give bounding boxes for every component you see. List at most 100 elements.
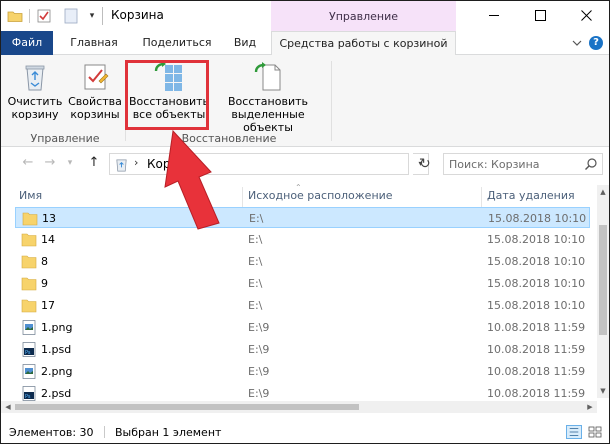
recycle-bin-properties-button[interactable]: Свойства корзины <box>65 59 125 127</box>
minimize-button[interactable] <box>471 1 517 31</box>
properties-icon[interactable] <box>36 8 52 24</box>
close-button[interactable] <box>563 1 609 31</box>
folder-icon <box>22 212 38 226</box>
address-path: Корзина <box>147 157 200 171</box>
file-date-deleted: 10.08.2018 11:59 <box>487 365 586 378</box>
empty-recycle-bin-label: Очистить корзину <box>7 95 63 121</box>
restore-selected-icon <box>254 62 281 91</box>
list-item[interactable]: 17 E:\ 15.08.2018 10:10 <box>15 295 590 316</box>
tab-share[interactable]: Поделиться <box>134 31 220 55</box>
empty-recycle-bin-button[interactable]: Очистить корзину <box>5 59 65 127</box>
file-list: Имя Исходное расположение Дата удаления … <box>1 181 609 421</box>
folder-icon <box>21 255 37 269</box>
search-input[interactable] <box>444 154 584 174</box>
tab-home[interactable]: Главная <box>59 31 129 55</box>
help-icon[interactable]: ? <box>589 36 603 50</box>
file-name: 8 <box>41 255 48 268</box>
folder-icon[interactable] <box>7 8 23 24</box>
search-icon <box>585 158 597 170</box>
list-item[interactable]: 13 E:\ 15.08.2018 10:10 <box>15 207 590 228</box>
file-name: 14 <box>41 233 55 246</box>
horizontal-scroll-thumb[interactable] <box>15 404 359 410</box>
close-icon <box>580 10 592 21</box>
file-name: 2.psd <box>41 387 72 400</box>
recycle-bin-properties-label: Свойства корзины <box>68 95 122 121</box>
status-bar: Элементов: 30 Выбран 1 элемент <box>1 421 609 443</box>
title-separator <box>102 7 103 25</box>
properties-icon <box>84 64 109 90</box>
file-name: 1.psd <box>41 343 72 356</box>
ribbon-group-restore-label: Восстановление <box>181 132 277 145</box>
vertical-scroll-thumb[interactable] <box>599 225 607 335</box>
back-arrow-icon[interactable]: ← <box>21 156 35 170</box>
file-name: 1.png <box>41 321 73 334</box>
file-name: 13 <box>42 212 56 225</box>
quick-access-dropdown-icon[interactable]: ▾ <box>87 8 97 24</box>
quick-access-separator <box>29 9 30 23</box>
ribbon-group-separator <box>331 61 332 141</box>
scroll-left-icon[interactable]: ◀ <box>1 401 15 413</box>
file-date-deleted: 15.08.2018 10:10 <box>487 255 586 268</box>
details-view-icon[interactable] <box>566 425 582 439</box>
column-header-date-deleted[interactable]: Дата удаления <box>487 185 587 207</box>
restore-selected-items-label: Восстановить выделенные объекты <box>228 95 308 134</box>
search-box[interactable] <box>443 153 603 175</box>
file-name: 17 <box>41 299 55 312</box>
file-original-location: E:\ <box>249 212 264 225</box>
restore-all-highlight-box <box>125 60 209 130</box>
maximize-button[interactable] <box>517 1 563 31</box>
list-item[interactable]: 8 E:\ 15.08.2018 10:10 <box>15 251 590 272</box>
title-bar: ▾ Корзина Управление <box>1 1 609 33</box>
ribbon-tabs: Файл Главная Поделиться Вид Средства раб… <box>1 31 609 56</box>
restore-selected-items-button[interactable]: Восстановить выделенные объекты <box>209 59 327 134</box>
up-arrow-icon[interactable]: ↑ <box>87 156 101 170</box>
refresh-icon[interactable]: ↻ <box>419 156 435 172</box>
file-name: 9 <box>41 277 48 290</box>
large-icons-view-icon[interactable] <box>587 425 603 439</box>
list-item[interactable]: 2.png E:\9 10.08.2018 11:59 <box>15 361 590 382</box>
file-date-deleted: 15.08.2018 10:10 <box>487 233 586 246</box>
horizontal-scrollbar[interactable]: ◀ ▶ <box>1 401 597 413</box>
file-original-location: E:\9 <box>248 365 270 378</box>
minimize-icon <box>488 15 499 16</box>
scroll-up-icon[interactable]: ▲ <box>597 185 609 199</box>
list-item[interactable]: 1.png E:\9 10.08.2018 11:59 <box>15 317 590 338</box>
sort-indicator-icon: ⌃ <box>295 183 302 192</box>
navigation-bar: ← → ▾ ↑ › Корзина ▾ ↻ <box>1 147 609 181</box>
file-original-location: E:\9 <box>248 321 270 334</box>
file-date-deleted: 10.08.2018 11:59 <box>487 343 586 356</box>
breadcrumb-chevron-icon[interactable]: › <box>134 156 138 169</box>
folder-icon <box>21 233 37 247</box>
list-item[interactable]: Ps 1.psd E:\9 10.08.2018 11:59 <box>15 339 590 360</box>
file-original-location: E:\ <box>248 277 263 290</box>
scroll-down-icon[interactable]: ▼ <box>597 384 609 398</box>
column-header-row: Имя Исходное расположение Дата удаления … <box>1 183 591 207</box>
chevron-down-icon[interactable] <box>571 37 583 49</box>
column-separator[interactable] <box>242 187 243 207</box>
ribbon: Очистить корзину Свойства корзины Восста… <box>1 55 609 147</box>
column-header-original-location[interactable]: Исходное расположение <box>248 185 478 207</box>
file-original-location: E:\ <box>248 299 263 312</box>
context-tab-group-header: Управление <box>271 1 456 33</box>
recycle-bin-icon <box>116 159 127 172</box>
scroll-right-icon[interactable]: ▶ <box>583 401 597 413</box>
tab-view[interactable]: Вид <box>225 31 265 55</box>
file-original-location: E:\ <box>248 233 263 246</box>
new-folder-icon[interactable] <box>63 8 79 24</box>
status-separator <box>104 426 105 438</box>
tab-recycle-bin-tools[interactable]: Средства работы с корзиной <box>271 31 456 56</box>
address-bar[interactable]: › Корзина <box>109 153 409 175</box>
file-name: 2.png <box>41 365 73 378</box>
file-original-location: E:\9 <box>248 387 270 400</box>
list-item[interactable]: 14 E:\ 15.08.2018 10:10 <box>15 229 590 250</box>
column-separator[interactable] <box>481 187 482 207</box>
vertical-scrollbar[interactable]: ▲ ▼ <box>597 185 609 398</box>
empty-recycle-bin-icon <box>25 65 45 91</box>
list-item[interactable]: 9 E:\ 15.08.2018 10:10 <box>15 273 590 294</box>
column-header-name[interactable]: Имя <box>19 185 241 207</box>
tab-file[interactable]: Файл <box>1 31 53 55</box>
recent-locations-chevron-icon[interactable]: ▾ <box>63 156 77 170</box>
forward-arrow-icon[interactable]: → <box>43 156 57 170</box>
folder-icon <box>21 299 37 313</box>
png-file-icon <box>22 364 36 379</box>
